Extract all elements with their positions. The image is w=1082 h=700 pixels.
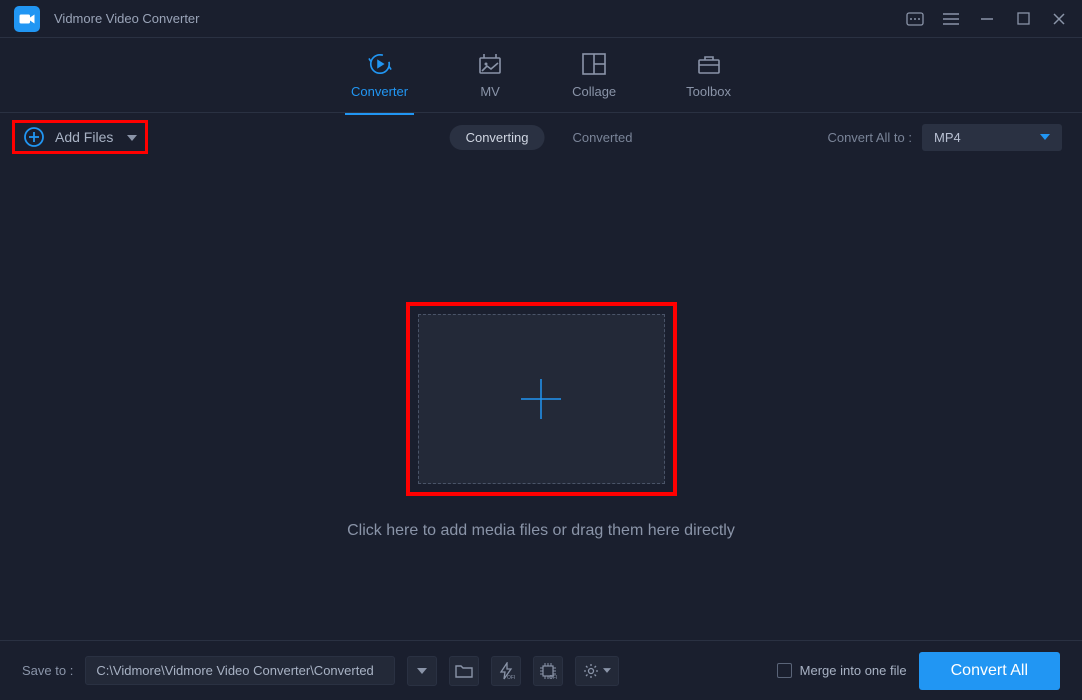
tab-label: Collage	[572, 84, 616, 99]
svg-text:OFF: OFF	[507, 675, 515, 680]
window-controls	[906, 10, 1068, 28]
plus-icon	[516, 374, 566, 424]
main-tabs: Converter MV Collage Toolbox	[0, 38, 1082, 113]
toolbar: Add Files Converting Converted Convert A…	[0, 113, 1082, 161]
collage-icon	[582, 52, 606, 76]
feedback-icon[interactable]	[906, 10, 924, 28]
open-folder-button[interactable]	[449, 656, 479, 686]
chevron-down-icon	[127, 128, 137, 146]
folder-icon	[455, 664, 473, 678]
mv-icon	[478, 52, 502, 76]
bottombar: Save to : C:\Vidmore\Vidmore Video Conve…	[0, 640, 1082, 700]
format-value: MP4	[934, 130, 961, 145]
gear-icon	[583, 663, 599, 679]
menu-icon[interactable]	[942, 10, 960, 28]
main-area: Click here to add media files or drag th…	[0, 161, 1082, 681]
add-files-highlight: Add Files	[12, 120, 148, 154]
dropzone-hint: Click here to add media files or drag th…	[347, 522, 735, 540]
maximize-icon[interactable]	[1014, 10, 1032, 28]
tab-label: Converter	[351, 84, 408, 99]
titlebar: Vidmore Video Converter	[0, 0, 1082, 38]
camera-icon	[18, 10, 36, 28]
add-files-label: Add Files	[55, 129, 113, 145]
status-tabs: Converting Converted	[450, 125, 633, 150]
merge-label: Merge into one file	[800, 663, 907, 678]
path-dropdown-button[interactable]	[407, 656, 437, 686]
app-title: Vidmore Video Converter	[54, 11, 906, 26]
tab-label: MV	[480, 84, 500, 99]
dropzone-highlight	[406, 302, 677, 496]
tab-converting[interactable]: Converting	[450, 125, 545, 150]
tab-mv[interactable]: MV	[478, 44, 502, 107]
convert-all-to-label: Convert All to :	[827, 130, 912, 145]
merge-checkbox[interactable]: Merge into one file	[777, 663, 907, 678]
converter-icon	[368, 52, 392, 76]
svg-text:OFF: OFF	[549, 675, 557, 680]
minimize-icon[interactable]	[978, 10, 996, 28]
tab-toolbox[interactable]: Toolbox	[686, 44, 731, 107]
tab-label: Toolbox	[686, 84, 731, 99]
format-select[interactable]: MP4	[922, 124, 1062, 151]
save-to-label: Save to :	[22, 663, 73, 678]
tab-collage[interactable]: Collage	[572, 44, 616, 107]
save-path-input[interactable]: C:\Vidmore\Vidmore Video Converter\Conve…	[85, 656, 395, 685]
high-speed-button[interactable]: OFF	[533, 656, 563, 686]
tab-converted[interactable]: Converted	[572, 130, 632, 145]
dropzone[interactable]	[418, 314, 665, 484]
chevron-down-icon	[417, 668, 427, 674]
close-icon[interactable]	[1050, 10, 1068, 28]
convert-all-group: Convert All to : MP4	[827, 124, 1062, 151]
chevron-down-icon	[603, 668, 611, 673]
chevron-down-icon	[1040, 134, 1050, 140]
add-files-button[interactable]: Add Files	[23, 126, 137, 148]
convert-all-button[interactable]: Convert All	[919, 652, 1060, 690]
toolbox-icon	[697, 52, 721, 76]
settings-button[interactable]	[575, 656, 619, 686]
checkbox-icon	[777, 663, 792, 678]
app-logo	[14, 6, 40, 32]
tab-converter[interactable]: Converter	[351, 44, 408, 107]
gpu-accel-button[interactable]: OFF	[491, 656, 521, 686]
lightning-icon: OFF	[497, 662, 515, 680]
plus-circle-icon	[23, 126, 45, 148]
cpu-icon: OFF	[539, 662, 557, 680]
